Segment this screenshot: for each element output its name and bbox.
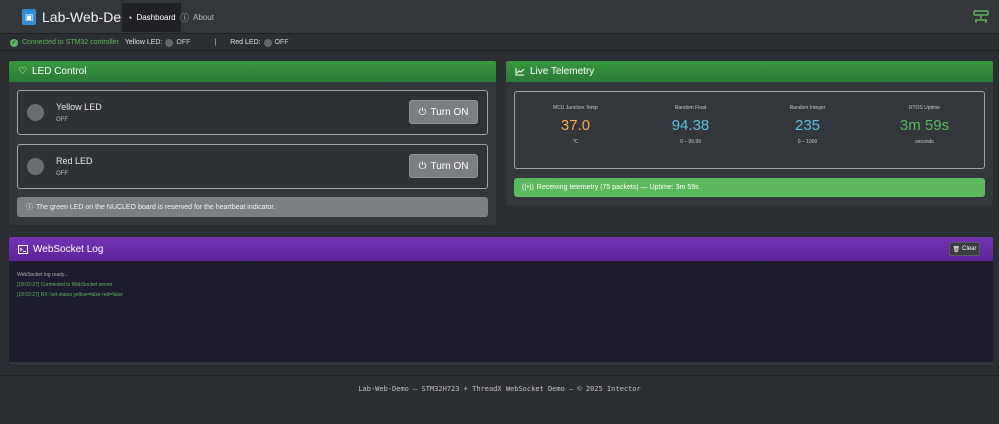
- websocket-log-title: WebSocket Log: [33, 243, 104, 255]
- metric-label: MCU Junction Temp: [553, 105, 598, 111]
- clear-log-label: Clear: [962, 246, 977, 252]
- footer-text: Lab-Web-Demo — STM32H723 + ThreadX WebSo…: [358, 385, 641, 393]
- metric-unit: 0 – 99.99: [680, 139, 701, 145]
- websocket-log-header: WebSocket Log: [9, 237, 993, 261]
- info-icon: ⓘ: [180, 13, 190, 23]
- metric-value: 235: [794, 117, 821, 134]
- tab-about-label: About: [193, 13, 214, 22]
- connection-status-bar: ✓ Connected to STM32 controller Yellow L…: [0, 35, 999, 51]
- tab-dashboard[interactable]: ◔ Dashboard: [122, 3, 181, 32]
- red-led-status-value: OFF: [274, 39, 289, 46]
- yellow-led-status-value: OFF: [176, 39, 191, 46]
- yellow-led-state: OFF: [56, 117, 68, 123]
- metric-label: Random Integer: [789, 105, 826, 111]
- app-logo-icon: ▣: [22, 9, 36, 25]
- telemetry-status-text: Receiving telemetry (75 packets) — Uptim…: [536, 184, 699, 191]
- power-icon: ⏻: [418, 106, 427, 118]
- yellow-led-bulb-icon: [27, 104, 44, 121]
- terminal-icon: [18, 244, 28, 254]
- broadcast-icon: ((•)): [522, 184, 534, 191]
- power-icon: ⏻: [418, 160, 427, 172]
- heartbeat-info-text: The green LED on the NUCLEO board is res…: [36, 203, 276, 211]
- red-led-state: OFF: [56, 171, 68, 177]
- red-led-row: Red LED OFF ⏻ Turn ON: [17, 144, 488, 189]
- live-telemetry-title: Live Telemetry: [530, 66, 595, 77]
- yellow-led-row: Yellow LED OFF ⏻ Turn ON: [17, 90, 488, 135]
- tab-about[interactable]: ⓘ About: [175, 3, 219, 32]
- metric-label: RTOS Uptime: [909, 105, 940, 111]
- live-telemetry-card: Live Telemetry MCU Junction Temp 37.0 °C…: [505, 60, 994, 207]
- yellow-led-status-label: Yellow LED:: [124, 39, 163, 46]
- telemetry-metrics-box: MCU Junction Temp 37.0 °C Random Float 9…: [514, 91, 985, 169]
- websocket-log-output[interactable]: WebSocket log ready... [18:02:27] Connec…: [9, 261, 993, 362]
- led-control-title: LED Control: [31, 66, 87, 77]
- red-led-turn-on-button[interactable]: ⏻ Turn ON: [409, 154, 478, 178]
- log-line: [18:02:27] RX: led-status yellow=false r…: [17, 292, 123, 298]
- status-separator: |: [214, 39, 217, 46]
- red-led-status-label: Red LED:: [230, 39, 261, 46]
- red-led-name: Red LED: [56, 156, 93, 166]
- red-led-indicator: [263, 38, 272, 47]
- gauge-icon: ◔: [127, 12, 133, 23]
- footer: Lab-Web-Demo — STM32H723 + ThreadX WebSo…: [0, 375, 999, 424]
- yellow-led-indicator: [165, 38, 174, 47]
- chart-line-icon: [515, 68, 525, 76]
- metric-unit: 0 – 1000: [797, 139, 818, 145]
- metric-unit: °C: [572, 139, 579, 145]
- metric-value: 94.38: [671, 117, 710, 134]
- log-line: [18:02:27] Connected to WebSocket server: [17, 282, 113, 288]
- info-icon: ⓘ: [26, 204, 33, 211]
- trash-icon: 🗑: [952, 246, 961, 253]
- red-led-bulb-icon: [27, 158, 44, 175]
- yellow-led-button-label: Turn ON: [430, 106, 469, 118]
- websocket-log-card: WebSocket Log 🗑 Clear WebSocket log read…: [8, 236, 994, 366]
- led-control-card: ♡ LED Control Yellow LED OFF ⏻ Turn ON R…: [8, 60, 497, 226]
- metric-value: 37.0: [560, 117, 591, 134]
- connection-status-text: Connected to STM32 controller: [22, 39, 119, 46]
- tab-dashboard-label: Dashboard: [136, 13, 176, 22]
- yellow-led-turn-on-button[interactable]: ⏻ Turn ON: [409, 100, 478, 124]
- clear-log-button[interactable]: 🗑 Clear: [949, 242, 980, 256]
- navbar: ▣ Lab-Web-Demo ◔ Dashboard ⓘ About: [0, 0, 999, 34]
- heartbeat-info-alert: ⓘ The green LED on the NUCLEO board is r…: [17, 197, 488, 217]
- metric-value: 3m 59s: [899, 117, 950, 134]
- network-icon[interactable]: [973, 10, 989, 24]
- lightbulb-icon: ♡: [18, 66, 27, 77]
- live-telemetry-header: Live Telemetry: [506, 61, 993, 82]
- telemetry-status-alert: ((•)) Receiving telemetry (75 packets) —…: [514, 178, 985, 197]
- log-line: WebSocket log ready...: [17, 272, 69, 278]
- led-control-header: ♡ LED Control: [9, 61, 496, 82]
- metric-label: Random Float: [674, 105, 707, 111]
- red-led-button-label: Turn ON: [430, 160, 469, 172]
- metric-unit: seconds: [915, 139, 934, 145]
- check-circle-icon: ✓: [10, 38, 18, 47]
- yellow-led-name: Yellow LED: [56, 102, 102, 112]
